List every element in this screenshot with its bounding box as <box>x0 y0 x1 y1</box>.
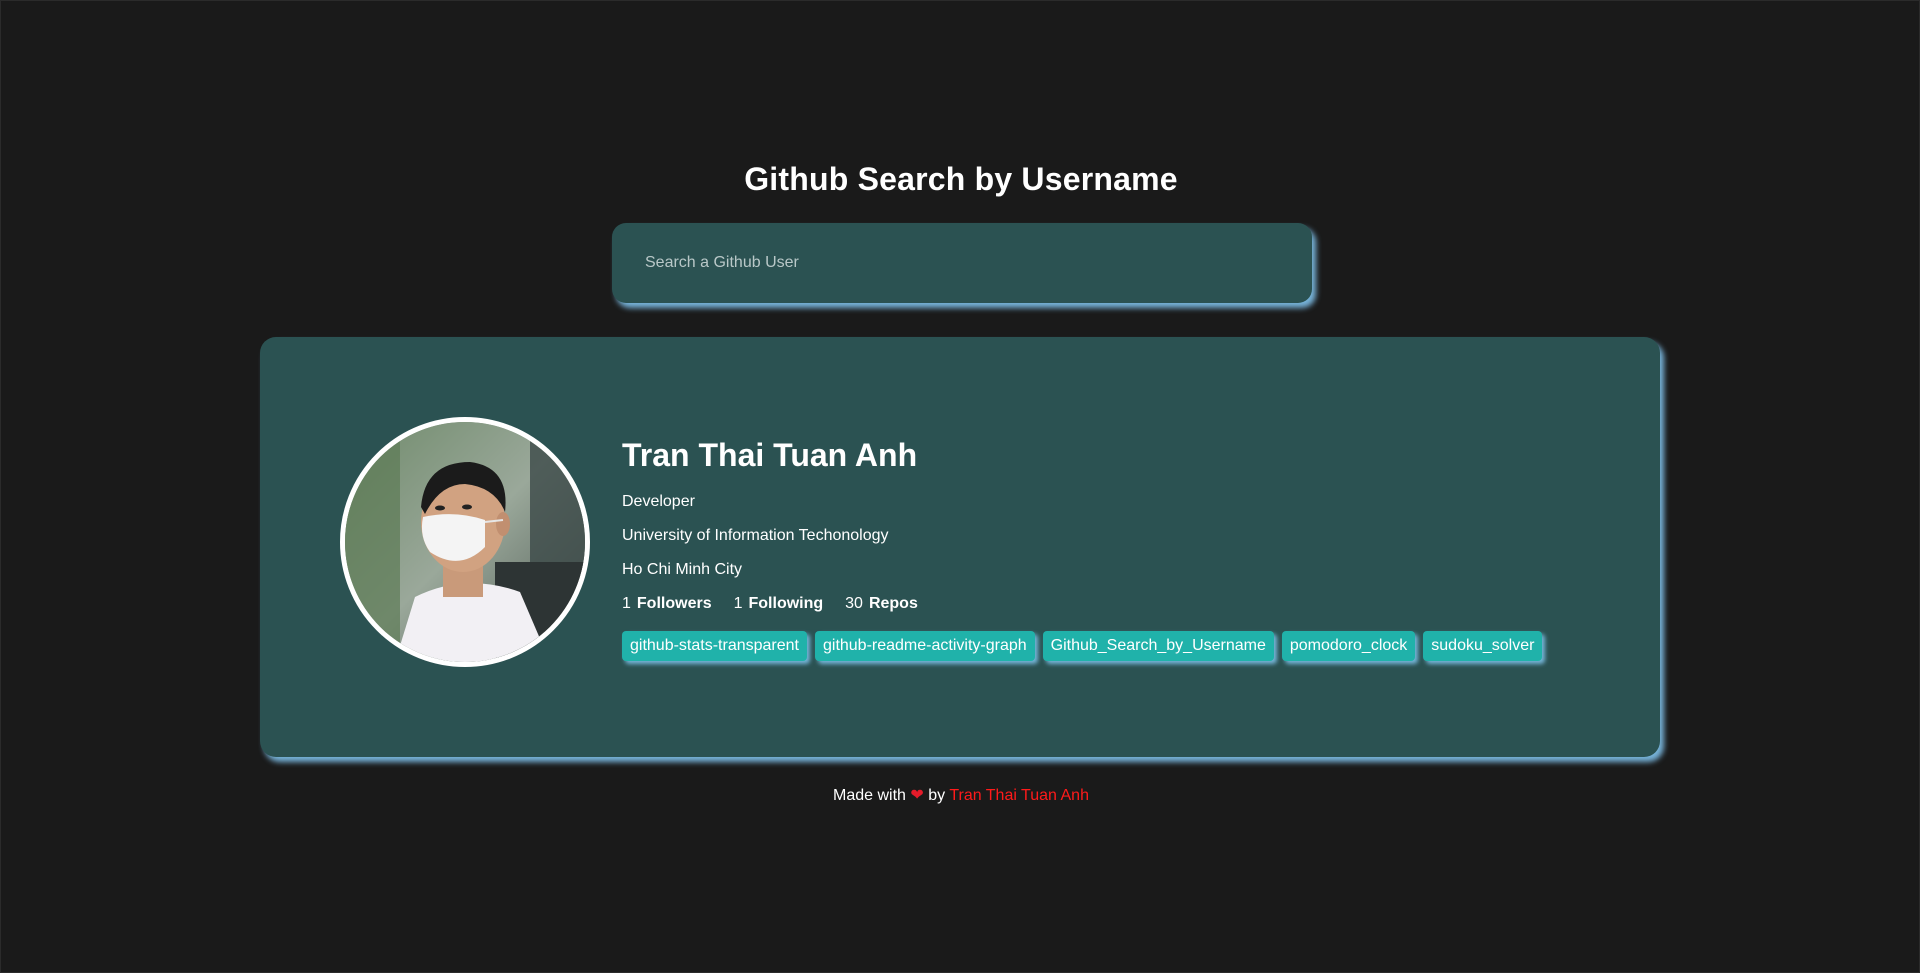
heart-icon: ❤ <box>910 785 924 804</box>
followers-count: 1 <box>622 595 631 612</box>
search-box[interactable] <box>612 223 1312 303</box>
repos-label: Repos <box>868 595 918 612</box>
footer: Made with ❤ by Tran Thai Tuan Anh <box>1 785 1920 805</box>
page-title: Github Search by Username <box>744 161 1178 197</box>
following-stat: 1 Following <box>734 595 824 613</box>
user-stats: 1 Followers 1 Following 30 Repos <box>622 595 1542 613</box>
user-card: Tran Thai Tuan Anh Developer University … <box>260 337 1660 757</box>
user-company: University of Information Techonology <box>622 527 889 544</box>
followers-stat: 1 Followers <box>622 595 712 613</box>
repo-link[interactable]: Github_Search_by_Username <box>1042 631 1274 661</box>
footer-made-with: Made with <box>833 787 906 804</box>
repo-link[interactable]: pomodoro_clock <box>1281 631 1416 661</box>
avatar-photo <box>345 422 585 662</box>
footer-by: by <box>928 787 946 804</box>
following-label: Following <box>748 595 824 612</box>
author-link[interactable]: Tran Thai Tuan Anh <box>949 787 1089 804</box>
repo-link[interactable]: github-readme-activity-graph <box>814 631 1035 661</box>
repos-stat: 30 Repos <box>845 595 918 613</box>
followers-label: Followers <box>636 595 712 612</box>
user-name: Tran Thai Tuan Anh <box>622 437 918 473</box>
user-info: Tran Thai Tuan Anh Developer University … <box>622 435 1543 661</box>
repos-count: 30 <box>845 595 863 612</box>
search-input[interactable] <box>643 253 1281 273</box>
page: Github Search by Username Search a Githu… <box>0 0 1920 973</box>
repo-link[interactable]: sudoku_solver <box>1423 631 1543 661</box>
avatar <box>340 417 590 667</box>
repo-list: github-stats-transparent github-readme-a… <box>622 631 1543 661</box>
user-bio: Developer <box>622 493 695 510</box>
following-count: 1 <box>733 595 743 612</box>
repo-link[interactable]: github-stats-transparent <box>622 631 807 661</box>
user-location: Ho Chi Minh City <box>622 561 743 578</box>
